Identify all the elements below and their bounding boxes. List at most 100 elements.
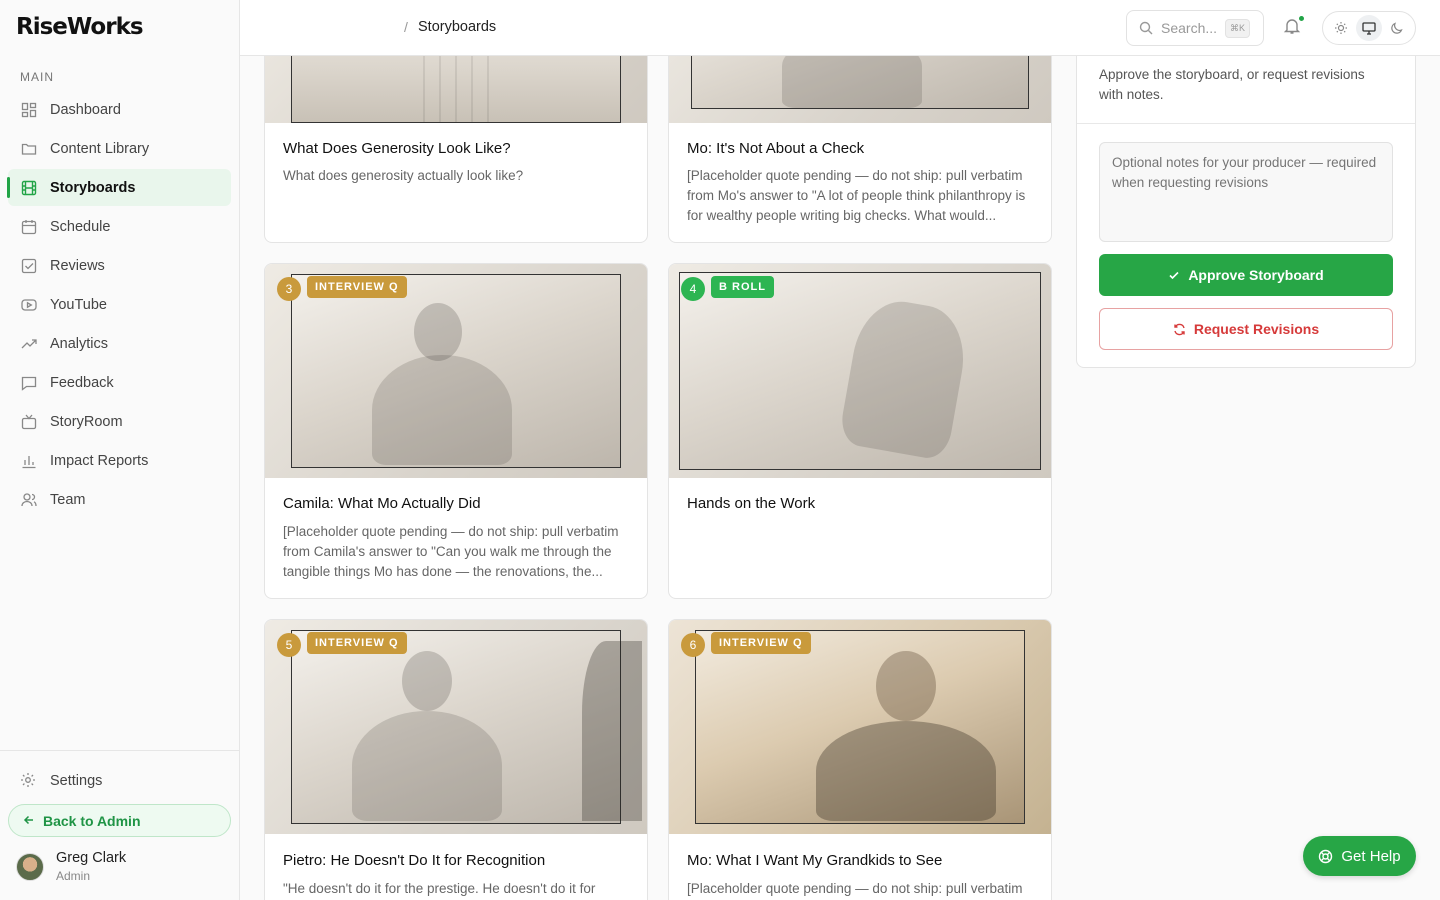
back-to-admin-label: Back to Admin [43, 812, 141, 829]
approve-storyboard-button[interactable]: Approve Storyboard [1099, 254, 1393, 296]
sidebar-item-label: Team [50, 491, 86, 508]
storyboard-card[interactable]: 6 INTERVIEW Q Mo: What I Want My Grandki… [668, 619, 1052, 900]
review-panel: Approve the storyboard, or request revis… [1076, 56, 1416, 368]
film-icon [20, 179, 38, 197]
avatar [16, 852, 44, 881]
shot-number-badge: 4 [681, 277, 705, 301]
sidebar-item-label: StoryRoom [50, 413, 123, 430]
sidebar-item-youtube[interactable]: YouTube [8, 286, 231, 323]
search-icon [1139, 21, 1153, 35]
sidebar-item-dashboard[interactable]: Dashboard [8, 91, 231, 128]
sidebar-item-label: Reviews [50, 257, 105, 274]
storyboard-grid: What Does Generosity Look Like? What doe… [240, 56, 1440, 900]
sidebar-item-label: Feedback [50, 374, 114, 391]
user-profile[interactable]: Greg Clark Admin [16, 850, 126, 883]
storyboard-frame-image [265, 56, 647, 123]
card-description: What does generosity actually look like? [283, 168, 524, 183]
card-title: Mo: What I Want My Grandkids to See [687, 852, 943, 869]
card-description: [Placeholder quote pending — do not ship… [687, 881, 1023, 896]
card-title: Mo: It's Not About a Check [687, 140, 865, 157]
moon-icon[interactable] [1384, 15, 1410, 41]
storyboard-frame-image: 6 INTERVIEW Q [669, 620, 1051, 834]
storyboard-card[interactable]: 4 B ROLL Hands on the Work [668, 263, 1052, 599]
lifebuoy-icon [1318, 849, 1333, 864]
bar-chart-icon [20, 452, 38, 470]
shot-number-badge: 5 [277, 633, 301, 657]
shot-type-tag: B ROLL [711, 276, 774, 298]
sidebar: RiseWorks MAIN Dashboard Content Library… [0, 0, 240, 900]
sidebar-item-analytics[interactable]: Analytics [8, 325, 231, 362]
user-name: Greg Clark [56, 850, 127, 866]
settings-label: Settings [50, 773, 103, 789]
theme-switcher [1322, 11, 1416, 45]
shot-type-tag: INTERVIEW Q [307, 276, 407, 298]
users-icon [20, 491, 38, 509]
card-description: [Placeholder quote pending — do not ship… [687, 168, 1026, 223]
message-icon [20, 374, 38, 392]
producer-notes-field[interactable] [1099, 142, 1393, 242]
sidebar-item-label: Content Library [50, 140, 150, 157]
card-title: Hands on the Work [687, 495, 816, 512]
breadcrumb-separator: / [404, 19, 408, 35]
tv-icon [20, 413, 38, 431]
search-placeholder: Search... [1161, 20, 1218, 36]
sun-icon[interactable] [1328, 15, 1354, 41]
refresh-icon [1173, 323, 1186, 336]
storyboard-card[interactable]: 5 INTERVIEW Q Pietro: He Doesn't Do It f… [264, 619, 648, 900]
storyboard-card[interactable]: Mo: It's Not About a Check [Placeholder … [668, 56, 1052, 243]
panel-divider [1077, 123, 1415, 124]
storyboard-frame-image: 3 INTERVIEW Q [265, 264, 647, 478]
shot-number-badge: 6 [681, 633, 705, 657]
storyboard-frame-image: 4 B ROLL [669, 264, 1051, 478]
shot-type-tag: INTERVIEW Q [711, 632, 811, 654]
app-logo[interactable]: RiseWorks [16, 14, 144, 40]
breadcrumb: Storyboards [418, 19, 497, 35]
sidebar-item-label: YouTube [50, 296, 107, 313]
back-to-admin-button[interactable]: Back to Admin [8, 804, 231, 837]
checkbox-icon [20, 257, 38, 275]
sidebar-item-reviews[interactable]: Reviews [8, 247, 231, 284]
revise-label: Request Revisions [1193, 321, 1320, 337]
sidebar-item-team[interactable]: Team [8, 481, 231, 518]
review-instructions: Approve the storyboard, or request revis… [1099, 67, 1365, 102]
sidebar-item-feedback[interactable]: Feedback [8, 364, 231, 401]
sidebar-item-label: Dashboard [50, 101, 121, 118]
storyboard-frame-image: 5 INTERVIEW Q [265, 620, 647, 834]
sidebar-item-storyroom[interactable]: StoryRoom [8, 403, 231, 440]
sidebar-item-label: Analytics [50, 335, 109, 352]
shot-type-tag: INTERVIEW Q [307, 632, 407, 654]
monitor-icon[interactable] [1356, 15, 1382, 41]
sidebar-item-impact-reports[interactable]: Impact Reports [8, 442, 231, 479]
search-input[interactable]: Search... ⌘K [1126, 10, 1264, 46]
card-title: Pietro: He Doesn't Do It for Recognition [283, 852, 546, 869]
storyboard-frame-image [669, 56, 1051, 123]
trend-icon [20, 335, 38, 353]
sidebar-item-schedule[interactable]: Schedule [8, 208, 231, 245]
check-icon [1168, 269, 1180, 281]
card-title: What Does Generosity Look Like? [283, 140, 511, 157]
notification-dot [1298, 15, 1305, 22]
approve-label: Approve Storyboard [1188, 267, 1324, 283]
sidebar-section-label: MAIN [20, 70, 54, 84]
get-help-label: Get Help [1341, 847, 1401, 865]
storyboard-card[interactable]: What Does Generosity Look Like? What doe… [264, 56, 648, 243]
user-role: Admin [56, 869, 91, 883]
gear-icon [20, 772, 38, 790]
grid-icon [20, 101, 38, 119]
card-title: Camila: What Mo Actually Did [283, 495, 481, 512]
top-bar: / Storyboards Search... ⌘K [240, 0, 1440, 56]
sidebar-item-settings[interactable]: Settings [8, 762, 231, 800]
search-shortcut: ⌘K [1225, 18, 1251, 38]
storyboard-card[interactable]: 3 INTERVIEW Q Camila: What Mo Actually D… [264, 263, 648, 599]
sidebar-item-content-library[interactable]: Content Library [8, 130, 231, 167]
get-help-button[interactable]: Get Help [1303, 836, 1416, 876]
folder-icon [20, 140, 38, 158]
shot-number-badge: 3 [277, 277, 301, 301]
sidebar-item-label: Impact Reports [50, 452, 149, 469]
youtube-icon [20, 296, 38, 314]
request-revisions-button[interactable]: Request Revisions [1099, 308, 1393, 350]
sidebar-item-storyboards[interactable]: Storyboards [7, 169, 231, 206]
sidebar-item-label: Schedule [50, 218, 111, 235]
card-description: "He doesn't do it for the prestige. He d… [283, 881, 596, 896]
sidebar-item-label: Storyboards [50, 179, 136, 196]
